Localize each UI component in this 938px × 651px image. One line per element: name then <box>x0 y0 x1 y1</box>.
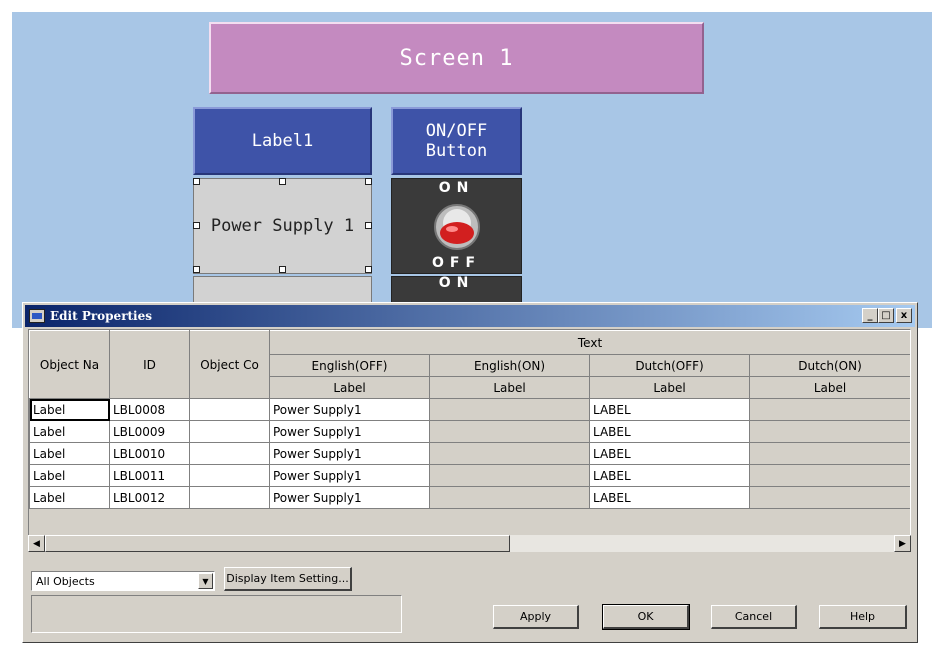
onoff-header-line1: ON/OFF <box>425 121 488 141</box>
table-row[interactable]: Label LBL0012 Power Supply1 LABEL <box>29 486 910 509</box>
cell-english-on[interactable] <box>429 420 590 443</box>
cell-english-off[interactable]: Power Supply1 <box>269 420 430 443</box>
cell-comment[interactable] <box>189 398 270 421</box>
resize-handle-top-left[interactable] <box>193 178 200 185</box>
object-filter-select[interactable]: All Objects ▼ <box>31 571 215 591</box>
app-icon <box>29 309 45 323</box>
onoff-header-line2: Button <box>425 141 488 161</box>
cell-object-name[interactable]: Label <box>29 486 110 509</box>
cell-dutch-on[interactable] <box>748 486 910 509</box>
cell-dutch-on[interactable] <box>748 420 910 443</box>
resize-handle-middle-left[interactable] <box>193 222 200 229</box>
apply-label: Apply <box>519 610 552 623</box>
object-filter-value: All Objects <box>36 575 95 588</box>
label-header-object[interactable]: Label1 <box>193 107 372 175</box>
cell-dutch-off[interactable]: LABEL <box>589 442 750 465</box>
col-header-object-comment[interactable]: Object Co <box>189 330 270 399</box>
resize-handle-top-middle[interactable] <box>279 178 286 185</box>
col-header-object-name[interactable]: Object Na <box>29 330 110 399</box>
cell-id[interactable]: LBL0012 <box>109 486 190 509</box>
scroll-left-icon[interactable]: ◀ <box>28 535 45 552</box>
col-header-id[interactable]: ID <box>109 330 190 399</box>
cell-english-on[interactable] <box>429 442 590 465</box>
cell-english-on[interactable] <box>429 398 590 421</box>
screen-title-text: Screen 1 <box>399 45 514 71</box>
resize-handle-bottom-middle[interactable] <box>279 266 286 273</box>
cell-id[interactable]: LBL0010 <box>109 442 190 465</box>
cell-english-on[interactable] <box>429 486 590 509</box>
horizontal-scrollbar[interactable]: ◀ ▶ <box>28 535 911 552</box>
switch-on-text-2: ON <box>438 275 475 291</box>
cell-dutch-off[interactable]: LABEL <box>589 486 750 509</box>
chevron-down-icon[interactable]: ▼ <box>198 573 213 589</box>
cell-id[interactable]: LBL0011 <box>109 464 190 487</box>
scroll-right-icon[interactable]: ▶ <box>894 535 911 552</box>
cell-dutch-off[interactable]: LABEL <box>589 398 750 421</box>
ok-label: OK <box>637 610 654 623</box>
table-row[interactable]: Label LBL0010 Power Supply1 LABEL <box>29 442 910 465</box>
cancel-label: Cancel <box>734 610 773 623</box>
ok-button[interactable]: OK <box>602 604 690 630</box>
cell-dutch-off[interactable]: LABEL <box>589 420 750 443</box>
cell-object-name[interactable]: Label <box>29 442 110 465</box>
cell-comment[interactable] <box>189 420 270 443</box>
properties-table: Object Na ID Object Co Text English(OFF)… <box>29 330 910 509</box>
col-header-english-off[interactable]: English(OFF) <box>269 354 430 377</box>
table-row[interactable]: Label LBL0009 Power Supply1 LABEL <box>29 420 910 443</box>
cell-id[interactable]: LBL0008 <box>109 398 190 421</box>
cell-comment[interactable] <box>189 464 270 487</box>
cell-english-off[interactable]: Power Supply1 <box>269 442 430 465</box>
info-panel <box>31 595 402 633</box>
edit-properties-dialog: Edit Properties _ □ x Object Na ID Objec… <box>22 302 918 643</box>
resize-handle-top-right[interactable] <box>365 178 372 185</box>
sub-header-label: Label <box>429 376 590 399</box>
scrollbar-thumb[interactable] <box>45 535 510 552</box>
cell-dutch-on[interactable] <box>748 464 910 487</box>
cell-id[interactable]: LBL0009 <box>109 420 190 443</box>
cell-object-name[interactable]: Label <box>29 398 110 421</box>
cell-english-off[interactable]: Power Supply1 <box>269 398 430 421</box>
col-header-dutch-off[interactable]: Dutch(OFF) <box>589 354 750 377</box>
sub-header-label: Label <box>589 376 750 399</box>
cell-english-off[interactable]: Power Supply1 <box>269 464 430 487</box>
properties-grid[interactable]: Object Na ID Object Co Text English(OFF)… <box>28 329 911 544</box>
dialog-title: Edit Properties <box>50 309 153 323</box>
table-row[interactable]: Label LBL0011 Power Supply1 LABEL <box>29 464 910 487</box>
cell-dutch-on[interactable] <box>748 442 910 465</box>
onoff-header-object[interactable]: ON/OFF Button <box>391 107 522 175</box>
resize-handle-bottom-right[interactable] <box>365 266 372 273</box>
cancel-button[interactable]: Cancel <box>711 605 797 629</box>
display-item-setting-button[interactable]: Display Item Setting... <box>224 567 352 591</box>
sub-header-label: Label <box>748 376 910 399</box>
cell-english-off[interactable]: Power Supply1 <box>269 486 430 509</box>
switch-off-text: OFF <box>431 255 482 271</box>
help-label: Help <box>849 610 876 623</box>
display-item-setting-label: Display Item Setting... <box>226 572 349 585</box>
apply-button[interactable]: Apply <box>493 605 579 629</box>
sub-header-label: Label <box>269 376 430 399</box>
cell-english-on[interactable] <box>429 464 590 487</box>
close-button[interactable]: x <box>896 308 912 323</box>
dialog-titlebar[interactable]: Edit Properties _ □ x <box>25 305 915 327</box>
help-button[interactable]: Help <box>819 605 907 629</box>
cell-dutch-on[interactable] <box>748 398 910 421</box>
col-header-english-on[interactable]: English(ON) <box>429 354 590 377</box>
resize-handle-bottom-left[interactable] <box>193 266 200 273</box>
power-supply-label-object[interactable]: Power Supply 1 <box>193 178 372 274</box>
col-group-text: Text <box>268 330 910 355</box>
power-supply-label-text: Power Supply 1 <box>210 216 355 236</box>
maximize-button[interactable]: □ <box>878 308 894 323</box>
toggle-switch-object[interactable]: ON OFF <box>391 178 522 274</box>
cell-comment[interactable] <box>189 486 270 509</box>
label-header-text: Label1 <box>251 131 314 151</box>
cell-object-name[interactable]: Label <box>29 420 110 443</box>
cell-comment[interactable] <box>189 442 270 465</box>
minimize-button[interactable]: _ <box>862 308 878 323</box>
table-row[interactable]: Label LBL0008 Power Supply1 LABEL <box>29 398 910 421</box>
cell-object-name[interactable]: Label <box>29 464 110 487</box>
col-header-dutch-on[interactable]: Dutch(ON) <box>748 354 910 377</box>
cell-dutch-off[interactable]: LABEL <box>589 464 750 487</box>
screen-title-object[interactable]: Screen 1 <box>209 22 704 94</box>
resize-handle-middle-right[interactable] <box>365 222 372 229</box>
